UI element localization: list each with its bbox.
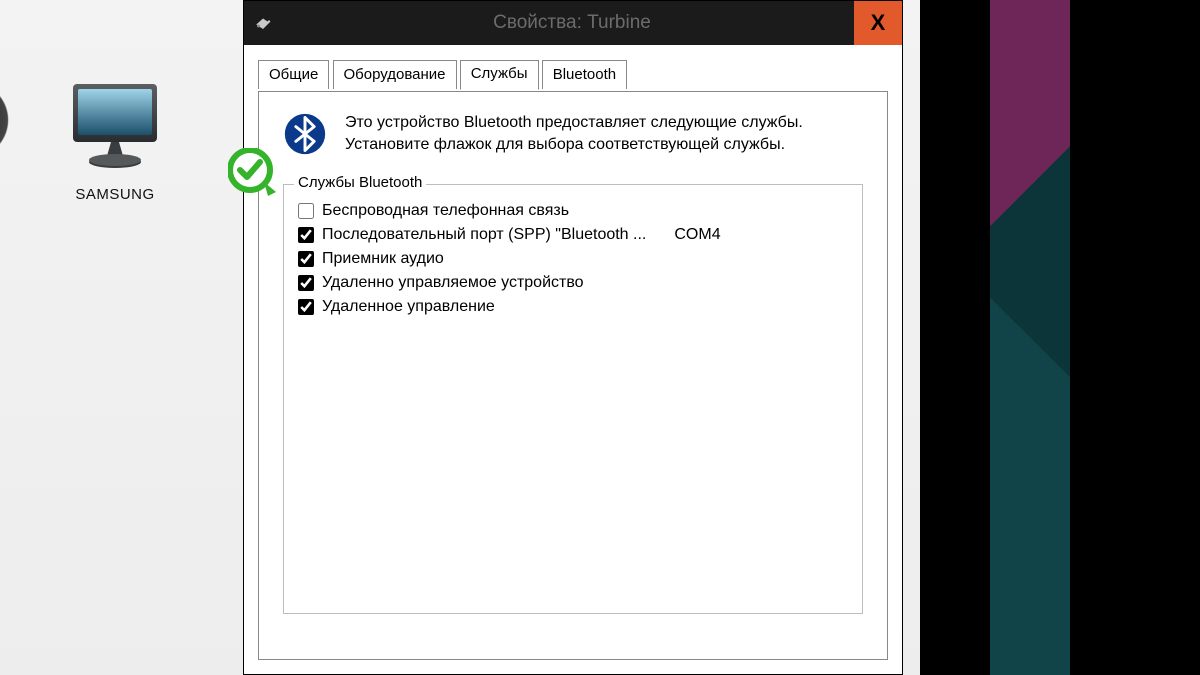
service-checkbox-wireless-telephony[interactable] [298,203,314,219]
close-button[interactable]: X [854,1,902,45]
service-row: Последовательный порт (SPP) "Bluetooth .… [298,223,848,247]
tabstrip: Общие Оборудование Службы Bluetooth [258,59,888,91]
service-row: Приемник аудио [298,247,848,271]
service-label: Последовательный порт (SPP) "Bluetooth .… [322,226,646,244]
service-row: Беспроводная телефонная связь [298,199,848,223]
annotation-check-icon [228,148,280,200]
partial-offscreen-icon [0,80,18,160]
service-row: Удаленное управление [298,295,848,319]
service-checkbox-audio-sink[interactable] [298,251,314,267]
service-label: Беспроводная телефонная связь [322,202,569,220]
letterbox-right [1070,0,1200,675]
tab-label: Bluetooth [553,66,616,83]
tab-bluetooth[interactable]: Bluetooth [542,60,627,89]
tab-general[interactable]: Общие [258,60,329,89]
titlebar-title: Свойства: Turbine [282,12,902,34]
tab-label: Службы [471,65,528,82]
properties-dialog: Свойства: Turbine X Общие Оборудование С… [243,0,903,675]
monitor-icon [67,78,163,174]
desktop-icon-label: SAMSUNG [55,186,175,203]
service-row: Удаленно управляемое устройство [298,271,848,295]
intro-line-2: Установите флажок для выбора соответству… [345,134,803,156]
service-checkbox-remote-controlled[interactable] [298,275,314,291]
tab-label: Общие [269,66,318,83]
service-label: Приемник аудио [322,250,444,268]
desktop-device-icon[interactable]: SAMSUNG [55,78,175,203]
tab-hardware[interactable]: Оборудование [333,60,457,89]
fieldset-legend: Службы Bluetooth [294,174,426,191]
tab-label: Оборудование [344,66,446,83]
service-checkbox-remote-control[interactable] [298,299,314,315]
wallpaper-strip [990,0,1070,675]
tab-panel-services: Это устройство Bluetooth предоставляет с… [258,91,888,660]
intro-text: Это устройство Bluetooth предоставляет с… [345,112,803,155]
service-label: Удаленное управление [322,298,495,316]
service-extra: COM4 [674,226,720,244]
service-checkbox-spp[interactable] [298,227,314,243]
services-fieldset: Службы Bluetooth Беспроводная телефонная… [283,184,863,614]
close-icon: X [871,10,886,36]
tab-services[interactable]: Службы [460,60,539,90]
intro-line-1: Это устройство Bluetooth предоставляет с… [345,112,803,134]
titlebar[interactable]: Свойства: Turbine X [244,1,902,45]
service-label: Удаленно управляемое устройство [322,274,584,292]
bluetooth-icon [283,112,327,156]
device-small-icon [254,14,272,32]
